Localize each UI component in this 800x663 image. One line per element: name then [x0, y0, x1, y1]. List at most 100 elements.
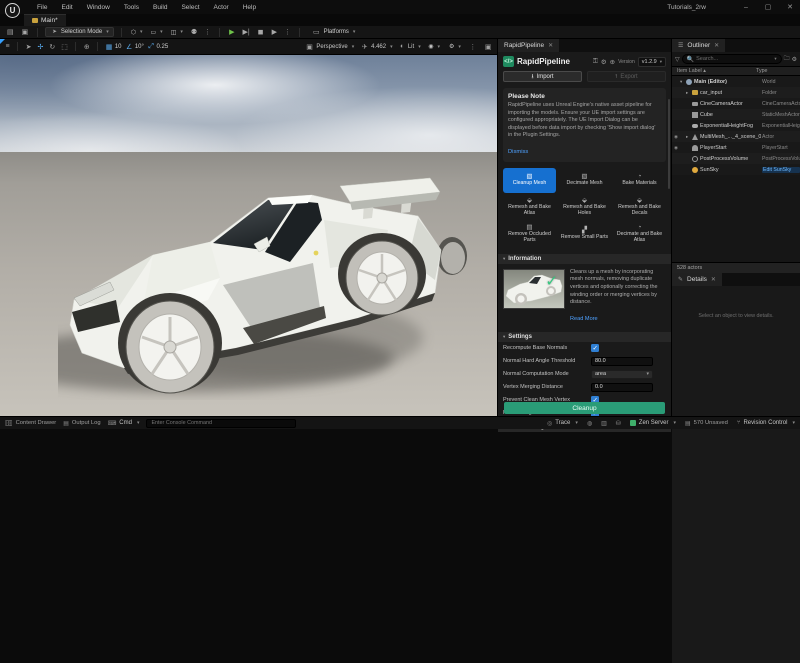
select-tool-icon[interactable]: ➤: [24, 43, 33, 51]
filter-icon[interactable]: ▽: [675, 56, 680, 63]
blueprints-dropdown[interactable]: ⬡: [129, 29, 145, 36]
outliner-row-cinecamera[interactable]: CineCameraActor CineCameraActor: [672, 98, 800, 109]
trace-dropdown[interactable]: ◎ Trace: [547, 420, 578, 427]
read-more-link[interactable]: Read More: [570, 316, 598, 322]
derived-data-icon[interactable]: ◍: [587, 420, 592, 427]
cleanup-button[interactable]: Cleanup: [504, 402, 665, 414]
close-tab-icon[interactable]: ✕: [548, 42, 553, 49]
menu-window[interactable]: Window: [80, 2, 117, 13]
outliner-row-multimesh[interactable]: ◉▸ MultiMesh_..._4_scene_0 Actor: [672, 131, 800, 142]
memory-icon[interactable]: ▥: [601, 420, 607, 427]
cache-icon[interactable]: ⛁: [616, 420, 621, 427]
perspective-dropdown[interactable]: ▣ Perspective: [305, 43, 355, 51]
menu-build[interactable]: Build: [146, 2, 174, 13]
play-button[interactable]: ▶: [227, 28, 236, 36]
move-tool-icon[interactable]: ✢: [36, 43, 45, 51]
output-log-button[interactable]: ▤ Output Log: [63, 420, 100, 427]
console-command-input[interactable]: [146, 419, 296, 428]
selection-mode-dropdown[interactable]: ➤ Selection Mode: [45, 27, 113, 37]
outliner-row-cube[interactable]: Cube StaticMeshActor: [672, 109, 800, 120]
outliner-row-heightfog[interactable]: ExponentialHeightFog ExponentialHeightFo…: [672, 120, 800, 131]
show-flags-dropdown[interactable]: ◉: [427, 43, 442, 50]
viewport-settings-dropdown[interactable]: ⚙: [447, 43, 462, 50]
close-button[interactable]: ✕: [784, 3, 796, 11]
lock-icon[interactable]: ⚿: [593, 58, 598, 66]
information-section-header[interactable]: Information: [498, 254, 671, 264]
restore-button[interactable]: ▢: [762, 3, 774, 11]
preset-decimate-mesh[interactable]: ▧ Decimate Mesh: [558, 168, 611, 193]
version-dropdown[interactable]: v1.2.9 ▾: [638, 57, 666, 67]
outliner-row-car-input[interactable]: ▸ car_input Folder: [672, 87, 800, 98]
close-tab-icon[interactable]: ✕: [714, 42, 719, 49]
tab-details[interactable]: ✎ Details ✕: [672, 273, 722, 286]
launch-button[interactable]: ▶: [270, 28, 279, 36]
outliner-settings-icon[interactable]: ⚙: [792, 56, 797, 63]
skip-button[interactable]: ▶|: [241, 28, 252, 36]
level-tab-main[interactable]: Main*: [24, 14, 66, 26]
camera-speed-dropdown[interactable]: ✈ 4.462: [360, 43, 392, 51]
menu-tools[interactable]: Tools: [117, 2, 146, 13]
outliner-row-sunsky[interactable]: SunSky Edit SunSky: [672, 164, 800, 175]
cinematics-dropdown[interactable]: ▭: [149, 29, 165, 36]
close-tab-icon[interactable]: ✕: [711, 276, 716, 283]
outliner-column-headers[interactable]: Item Label ▴ Type: [672, 66, 800, 76]
preset-remove-small-parts[interactable]: ▞ Remove Small Parts: [558, 222, 611, 247]
rotation-snap-toggle[interactable]: ∠ 10°: [125, 43, 144, 51]
computation-mode-select[interactable]: area: [591, 370, 653, 379]
checkbox-checked[interactable]: [591, 344, 599, 352]
import-button[interactable]: ⭳ Import: [503, 71, 582, 82]
outliner-row-postprocess[interactable]: PostProcessVolume PostProcessVolume: [672, 153, 800, 164]
menu-help[interactable]: Help: [236, 2, 263, 13]
editor-modes-icon[interactable]: ⚉: [189, 28, 199, 36]
world-coordinate-icon[interactable]: ⊕: [82, 43, 91, 51]
menu-file[interactable]: File: [30, 2, 54, 13]
settings-section-header[interactable]: Settings: [498, 332, 671, 342]
viewport-3d[interactable]: [0, 55, 497, 416]
unsaved-button[interactable]: ▤ 570 Unsaved: [685, 420, 728, 427]
tab-outliner[interactable]: ☰ Outliner ✕: [672, 39, 725, 52]
scale-snap-toggle[interactable]: ⤢ 0.25: [147, 43, 168, 51]
content-import-icon[interactable]: ▣: [20, 28, 31, 36]
tab-rapidpipeline[interactable]: RapidPipeline ✕: [498, 39, 559, 52]
outliner-row-playerstart[interactable]: ◉ PlayerStart PlayerStart: [672, 142, 800, 153]
column-type[interactable]: Type: [756, 68, 767, 74]
grid-snap-toggle[interactable]: ▦ 10: [104, 43, 121, 51]
zen-server-dropdown[interactable]: Zen Server: [630, 420, 676, 426]
preset-cleanup-mesh[interactable]: ▧ Cleanup Mesh: [503, 168, 556, 193]
car-model[interactable]: [58, 160, 468, 400]
export-button[interactable]: ⭱ Export: [587, 71, 666, 82]
outliner-row-main[interactable]: ▾ Main (Editor) World: [672, 76, 800, 87]
gear-icon[interactable]: ⚙: [601, 58, 607, 66]
edit-sunsky-link[interactable]: Edit SunSky: [762, 167, 800, 173]
menu-actor[interactable]: Actor: [207, 2, 236, 13]
save-icon[interactable]: ▤: [5, 28, 16, 36]
new-folder-icon[interactable]: 🗀: [784, 54, 790, 64]
vertex-merging-input[interactable]: [591, 383, 653, 392]
preset-remove-occluded[interactable]: ▤ Remove Occluded Parts: [503, 222, 556, 247]
content-drawer-button[interactable]: 🗄 Content Drawer: [5, 420, 56, 427]
view-mode-dropdown[interactable]: ◐ Lit: [399, 43, 421, 50]
preset-remesh-bake-holes[interactable]: ⬙ Remesh and Bake Holes: [558, 195, 611, 220]
visibility-eye-icon[interactable]: ◉: [672, 134, 680, 140]
viewport-options-icon[interactable]: ≡: [4, 43, 11, 50]
stop-button[interactable]: ◼: [256, 28, 266, 36]
maximize-viewport-icon[interactable]: ▣: [483, 43, 493, 51]
scrollbar[interactable]: [668, 99, 670, 189]
menu-select[interactable]: Select: [174, 2, 206, 13]
play-options-icon[interactable]: ⋮: [283, 28, 292, 36]
revision-control-dropdown[interactable]: ⑂ Revision Control: [737, 420, 795, 426]
menu-edit[interactable]: Edit: [54, 2, 79, 13]
preset-bake-materials[interactable]: ◔ Bake Materials: [613, 168, 666, 193]
preset-remesh-bake-decals[interactable]: ⬙ Remesh and Bake Decals: [613, 195, 666, 220]
cmd-dropdown[interactable]: ⌨ Cmd: [108, 420, 140, 427]
preset-decimate-bake-atlas[interactable]: ◔ Decimate and Bake Atlas: [613, 222, 666, 247]
outliner-search-input[interactable]: 🔍 Search...: [682, 54, 782, 64]
column-item-label[interactable]: Item Label: [677, 68, 702, 74]
preset-remesh-bake-atlas[interactable]: ⬙ Remesh and Bake Atlas: [503, 195, 556, 220]
toolbar-overflow-icon[interactable]: ⋮: [203, 28, 212, 36]
sequencer-dropdown[interactable]: ◫: [169, 29, 185, 36]
hard-angle-input[interactable]: [591, 357, 653, 366]
scale-tool-icon[interactable]: ⬚: [60, 43, 70, 51]
platforms-dropdown[interactable]: ▭ Platforms: [307, 27, 359, 37]
viewport-overflow-icon[interactable]: ⋮: [468, 43, 477, 51]
